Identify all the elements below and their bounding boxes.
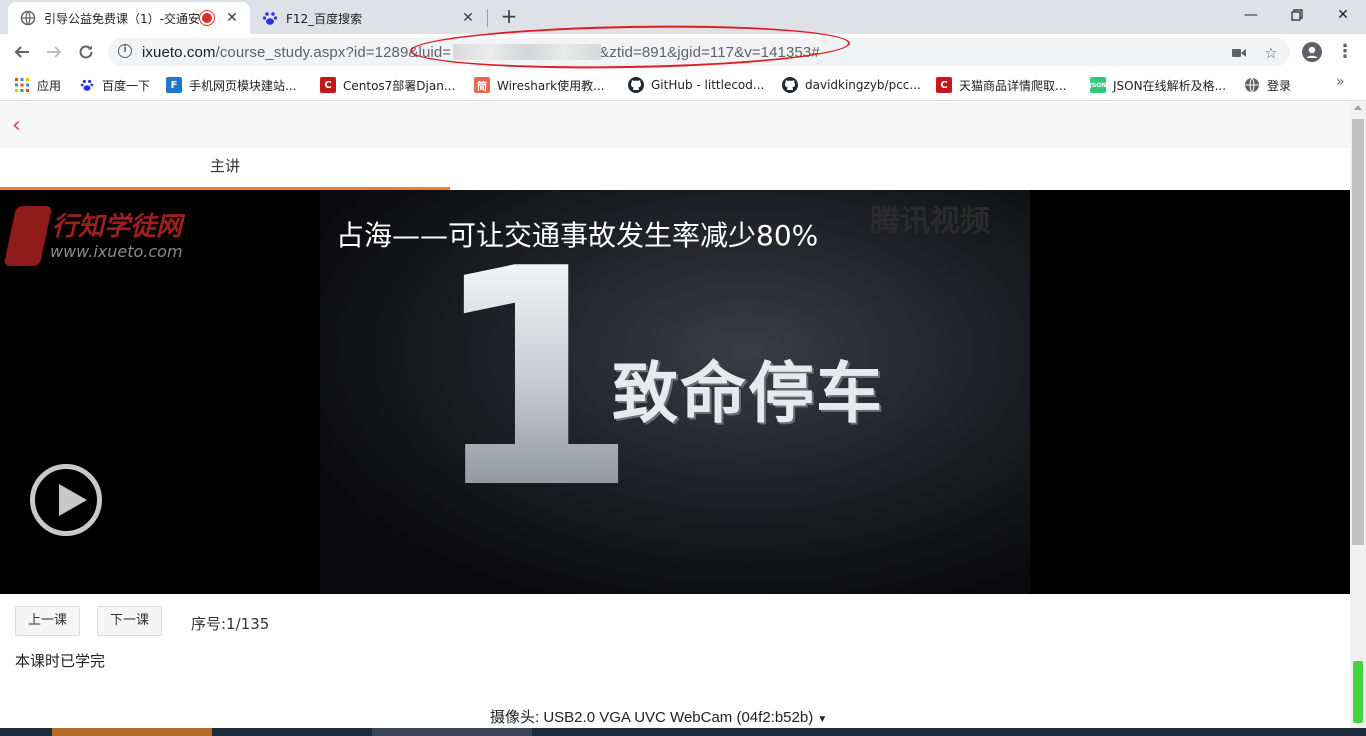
bookmark-baidu[interactable]: 百度一下 (79, 76, 150, 94)
play-icon[interactable] (30, 464, 102, 536)
recording-indicator-icon (200, 11, 214, 25)
close-window-icon[interactable]: ✕ (1320, 0, 1366, 30)
bookmark-label: Wireshark使用教... (497, 78, 605, 93)
camera-label: 摄像头: (490, 709, 540, 726)
close-icon[interactable]: ✕ (224, 10, 240, 26)
apps-grid-icon (14, 77, 30, 93)
bookmark-login[interactable]: 登录 (1244, 76, 1291, 94)
camera-value: USB2.0 VGA UVC WebCam (04f2:b52b) (543, 709, 814, 726)
video-caption: 致命停车 (612, 355, 884, 432)
logo-mark-icon (3, 206, 53, 266)
back-bar: ‹ (0, 101, 1350, 148)
bookmark-label: 百度一下 (102, 78, 151, 93)
bookmark-label: davidkingzyb/pcc... (805, 78, 921, 92)
logo-text: 行知学徒网 (52, 212, 183, 242)
csdn-c-icon: C (936, 77, 952, 93)
camera-select[interactable]: 摄像头: USB2.0 VGA UVC WebCam (04f2:b52b) ▼ (490, 706, 827, 727)
bookmark-wireshark[interactable]: 简 Wireshark使用教... (474, 76, 605, 94)
logo-url: www.ixueto.com (50, 242, 183, 261)
back-chevron-icon[interactable]: ‹ (12, 113, 21, 138)
more-menu-icon[interactable]: ⋮ (1336, 40, 1354, 64)
page-content: ‹ 主讲 腾讯视频 占海——可让交通事故发生率减少80% 1 致命停车 行知学徒… (0, 101, 1350, 736)
bookmark-tmall[interactable]: C 天猫商品详情爬取... (936, 76, 1066, 94)
sequence-number: 序号:1/135 (191, 615, 270, 633)
baidu-paw-icon (79, 77, 95, 93)
bookmark-label: 登录 (1267, 78, 1292, 93)
bookmarks-bar: 应用 百度一下 F 手机网页模块建站... C Centos7部署Djan...… (0, 70, 1366, 101)
tab-baidu[interactable]: F12_百度搜索 ✕ (250, 2, 486, 34)
minimize-icon[interactable]: — (1228, 0, 1274, 30)
reload-icon[interactable] (74, 40, 98, 64)
tab-separator (487, 9, 488, 27)
bookmark-github-1[interactable]: GitHub - littlecod... (628, 76, 764, 94)
tab-title: F12_百度搜索 (286, 11, 363, 26)
bookmark-apps[interactable]: 应用 (14, 76, 61, 94)
baidu-paw-icon (262, 10, 278, 26)
dropdown-arrow-icon: ▼ (817, 714, 828, 725)
bookmark-label: 天猫商品详情爬取... (959, 78, 1067, 93)
taskbar-item[interactable] (372, 728, 532, 736)
scroll-up-icon[interactable] (1354, 105, 1362, 110)
video-watermark-text: 腾讯视频 (870, 204, 990, 239)
tab-lecturer[interactable]: 主讲 (0, 148, 450, 190)
bookmark-label: JSON在线解析及格... (1113, 78, 1227, 93)
json-icon: JSON (1090, 77, 1106, 93)
forward-arrow-icon[interactable] (42, 40, 66, 64)
bookmark-json[interactable]: JSON JSON在线解析及格... (1090, 76, 1226, 94)
restore-icon[interactable] (1274, 0, 1320, 30)
globe-icon (20, 10, 36, 26)
camera-icon[interactable] (1230, 44, 1248, 62)
next-lesson-button[interactable]: 下一课 (97, 606, 163, 636)
bookmark-label: 应用 (37, 78, 62, 93)
github-icon (628, 77, 644, 93)
tab-course[interactable]: 引导公益免费课（1）-交通安 ✕ (8, 2, 250, 34)
ixueto-logo: 行知学徒网 www.ixueto.com (3, 204, 183, 274)
prev-lesson-button[interactable]: 上一课 (15, 606, 81, 636)
new-tab-button[interactable]: + (498, 6, 520, 28)
star-icon[interactable]: ☆ (1262, 44, 1280, 62)
github-icon (782, 77, 798, 93)
lesson-status: 本课时已学完 (15, 652, 106, 670)
bookmark-label: 手机网页模块建站... (189, 78, 297, 93)
back-arrow-icon[interactable] (10, 40, 34, 64)
bookmark-label: Centos7部署Djan... (343, 78, 456, 93)
secondary-scroll-indicator (1353, 661, 1363, 723)
site-builder-icon: F (166, 77, 182, 93)
bookmark-site-builder[interactable]: F 手机网页模块建站... (166, 76, 296, 94)
close-icon[interactable]: ✕ (460, 10, 476, 26)
url-host: ixueto.com (142, 44, 216, 61)
video-player[interactable]: 腾讯视频 占海——可让交通事故发生率减少80% 1 致命停车 行知学徒网 www… (0, 190, 1350, 594)
jianshu-icon: 简 (474, 77, 490, 93)
taskbar-item[interactable] (52, 728, 212, 736)
tab-title: 引导公益免费课（1）-交通安 (44, 11, 200, 26)
profile-avatar-icon[interactable] (1302, 42, 1322, 62)
scroll-thumb[interactable] (1352, 119, 1364, 545)
video-big-number: 1 (430, 205, 639, 554)
info-icon[interactable]: i (118, 44, 132, 58)
bookmark-label: GitHub - littlecod... (651, 78, 765, 92)
bookmark-centos[interactable]: C Centos7部署Djan... (320, 76, 455, 94)
chevron-double-right-icon[interactable]: » (1336, 74, 1345, 90)
lecture-tabbar: 主讲 (0, 148, 1350, 190)
csdn-c-icon: C (320, 77, 336, 93)
globe-icon (1244, 77, 1260, 93)
os-taskbar (0, 728, 1366, 736)
page-scrollbar[interactable] (1350, 101, 1366, 736)
bookmark-github-2[interactable]: davidkingzyb/pcc... (782, 76, 921, 94)
